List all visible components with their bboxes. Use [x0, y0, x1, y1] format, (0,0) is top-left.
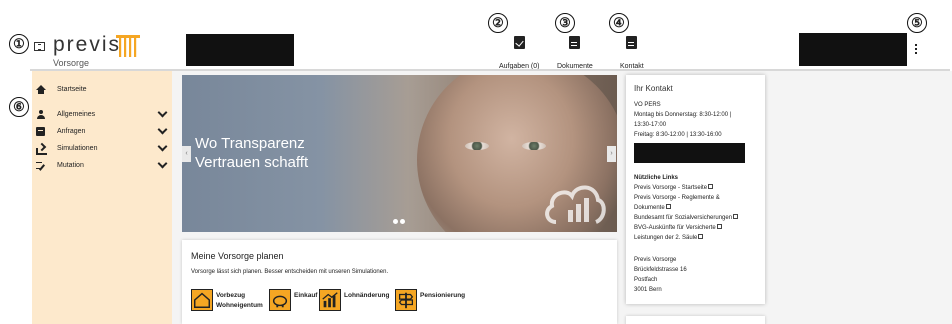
plan-card: Meine Vorsorge planen Vorsorge lässt sic… [182, 240, 617, 324]
address-line: 3001 Bern [634, 287, 662, 293]
document-icon [569, 36, 581, 49]
callout-6: ⑥ [9, 97, 29, 117]
plan-card-title: Meine Vorsorge planen [191, 251, 284, 261]
useful-link[interactable]: BVG-Auskünfte für Versicherte [634, 223, 722, 233]
redacted-block [186, 34, 294, 66]
useful-link-text[interactable]: Bundesamt für Sozialversicherungen [634, 215, 732, 221]
contact-document-icon [626, 36, 638, 49]
logo-wordmark[interactable]: previs [53, 33, 121, 57]
useful-link-text[interactable]: BVG-Auskünfte für Versicherte [634, 225, 716, 231]
hero-eye [465, 142, 489, 150]
useful-link-text[interactable]: Previs Vorsorge - Startseite [634, 185, 707, 191]
tile-retirement[interactable]: Pensionierung [395, 289, 475, 313]
tile-label-line: Vorbezug [216, 292, 246, 299]
logo-subtitle: Vorsorge [53, 58, 90, 68]
contact-card: Ihr Kontakt VO PERS Montag bis Donnersta… [626, 75, 765, 304]
sidebar-item-label: Anfragen [57, 128, 86, 135]
contact-team: VO PERS [634, 102, 661, 108]
contact-hours: Montag bis Donnerstag: 8:30-12:00 | [634, 112, 732, 118]
nav-tasks-button[interactable]: Aufgaben (0) [499, 36, 539, 73]
plan-card-subtitle: Vorsorge lässt sich planen. Besser entsc… [191, 269, 389, 275]
callout-3: ③ [555, 13, 575, 33]
external-link-icon [733, 214, 739, 219]
hero-carousel[interactable]: Wo Transparenz Vertrauen schafft ‹ › [182, 75, 617, 232]
nav-documents-button[interactable]: Dokumente [557, 36, 593, 73]
app-page: previs Vorsorge Aufgaben (0) Dokumente K… [0, 0, 952, 324]
previs-logo-icon [116, 35, 140, 57]
sidebar-item-label: Mutation [57, 162, 84, 169]
callout-5: ⑤ [907, 13, 927, 33]
useful-link[interactable]: Previs Vorsorge - Startseite [634, 183, 714, 193]
hero-heading-line: Wo Transparenz [195, 135, 305, 152]
useful-link[interactable]: Bundesamt für Sozialversicherungen [634, 213, 739, 223]
sidebar-item-label: Startseite [57, 86, 87, 93]
external-link-icon [716, 224, 722, 229]
edit-list-icon [36, 161, 45, 170]
sidebar: Startseite Allgemeines Anfragen Simulati… [32, 71, 172, 324]
tile-home-ownership[interactable]: Vorbezug Wohneigentum [191, 289, 273, 313]
cloud-chart-icon [545, 185, 606, 224]
chevron-down-icon[interactable] [157, 107, 168, 118]
address-line: Postfach [634, 277, 658, 283]
redacted-contact [634, 143, 745, 163]
external-link-icon [708, 184, 714, 189]
useful-link-text[interactable]: Leistungen der 2. Säule [634, 235, 697, 241]
chevron-down-icon[interactable] [157, 158, 168, 169]
hero-eye [522, 142, 546, 150]
address-line: Previs Vorsorge [634, 257, 677, 263]
hero-heading-line: Vertrauen schafft [195, 154, 309, 171]
clipboard-check-icon [513, 36, 525, 49]
tile-purchase[interactable]: Einkauf [269, 289, 319, 313]
tile-label: Einkauf [294, 292, 318, 299]
sidebar-toggle-icon[interactable] [34, 42, 45, 51]
redacted-user-block [799, 33, 907, 66]
address-line: Brückfeldstrasse 16 [634, 267, 687, 273]
carousel-next-button[interactable]: › [607, 146, 616, 162]
links-heading: Nützliche Links [634, 175, 679, 181]
useful-link[interactable]: Dokumente [634, 203, 671, 213]
chart-icon [319, 289, 341, 311]
sidebar-item-general[interactable]: Allgemeines [36, 107, 168, 123]
sidebar-item-requests[interactable]: Anfragen [36, 124, 168, 140]
sidebar-item-mutation[interactable]: Mutation [36, 158, 168, 174]
tile-salary-change[interactable]: Lohnänderung [319, 289, 390, 313]
signpost-icon [395, 289, 417, 311]
external-link-icon [698, 234, 704, 239]
house-icon [191, 289, 213, 311]
tile-label: Pensionierung [420, 292, 466, 299]
chevron-down-icon[interactable] [157, 141, 168, 152]
chevron-down-icon[interactable] [157, 124, 168, 135]
contact-hours: 13:30-17:00 [634, 122, 667, 128]
useful-link[interactable]: Leistungen der 2. Säule [634, 233, 704, 243]
sidebar-item-label: Simulationen [57, 145, 98, 152]
more-options-icon[interactable] [915, 44, 918, 56]
callout-4: ④ [609, 13, 629, 33]
person-icon [36, 110, 45, 119]
sidebar-item-label: Allgemeines [57, 111, 96, 118]
chat-icon [36, 127, 45, 136]
carousel-dot[interactable] [393, 219, 398, 224]
tile-label-line: Wohneigentum [216, 302, 263, 309]
carousel-indicators [393, 219, 407, 225]
external-link-icon [665, 204, 671, 209]
callout-1: ① [9, 34, 29, 54]
tile-label: Lohnänderung [344, 292, 390, 299]
contact-card-title: Ihr Kontakt [634, 84, 673, 93]
sidebar-item-home[interactable]: Startseite [36, 82, 168, 98]
top-header: previs Vorsorge Aufgaben (0) Dokumente K… [0, 0, 952, 71]
tile-label: Vorbezug Wohneigentum [216, 291, 263, 311]
simulation-icon [36, 144, 47, 155]
carousel-prev-button[interactable]: ‹ [182, 146, 191, 162]
callout-2: ② [488, 13, 508, 33]
next-card-stub [626, 316, 765, 324]
piggy-bank-icon [269, 289, 291, 311]
carousel-dot[interactable] [400, 219, 405, 224]
useful-link-text[interactable]: Dokumente [634, 205, 665, 211]
nav-contact-button[interactable]: Kontakt [620, 36, 644, 73]
useful-link[interactable]: Previs Vorsorge - Reglemente & [634, 193, 720, 203]
contact-hours: Freitag: 8:30-12:00 | 13:30-16:00 [634, 132, 722, 138]
home-icon [36, 85, 46, 94]
sidebar-item-simulations[interactable]: Simulationen [36, 141, 168, 157]
hero-heading: Wo Transparenz Vertrauen schafft [195, 134, 308, 172]
